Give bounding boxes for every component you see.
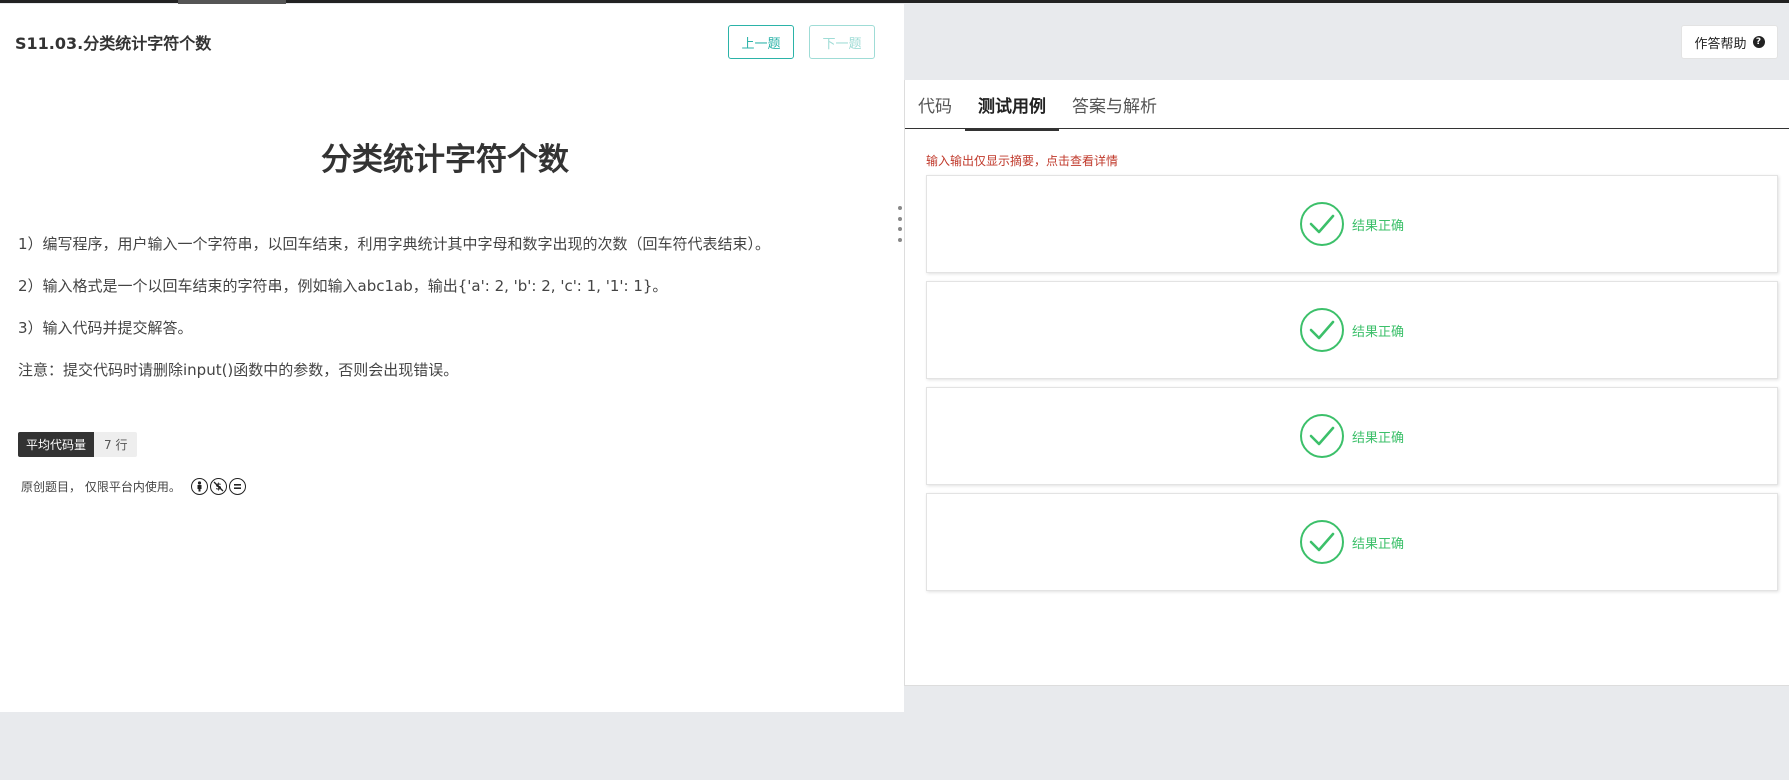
note-line: 注意：提交代码时请删除input()函数中的参数，否则会出现错误。 bbox=[18, 361, 459, 379]
next-problem-button[interactable]: 下一题 bbox=[809, 25, 875, 59]
test-case-card[interactable]: 结果正确 bbox=[926, 493, 1778, 591]
help-label: 作答帮助 bbox=[1694, 36, 1747, 52]
problem-heading: 分类统计字符个数 bbox=[321, 142, 569, 178]
cc-nd-icon bbox=[228, 478, 246, 495]
avg-code-badge: 平均代码量 7 行 bbox=[18, 432, 138, 457]
panel-splitter-handle[interactable] bbox=[897, 206, 902, 242]
splitter-dot bbox=[897, 227, 902, 232]
tab-test-cases[interactable]: 测试用例 bbox=[965, 80, 1059, 131]
check-circle-icon bbox=[1299, 308, 1344, 352]
test-case-card[interactable]: 结果正确 bbox=[926, 281, 1778, 379]
result-text: 结果正确 bbox=[1351, 218, 1404, 234]
cc-nc-icon: $ bbox=[209, 478, 227, 495]
problem-code-title: S11.03.分类统计字符个数 bbox=[15, 34, 212, 53]
splitter-dot bbox=[897, 216, 902, 221]
tab-answer-analysis[interactable]: 答案与解析 bbox=[1059, 80, 1170, 129]
prev-problem-button[interactable]: 上一题 bbox=[728, 25, 794, 59]
description-line: 2）输入格式是一个以回车结束的字符串，例如输入abc1ab，输出{'a': 2,… bbox=[18, 277, 668, 295]
check-circle-icon bbox=[1299, 520, 1344, 564]
result-text: 结果正确 bbox=[1351, 536, 1404, 552]
question-icon: ? bbox=[1752, 36, 1765, 48]
description-line: 1）编写程序，用户输入一个字符串，以回车结束，利用字典统计其中字母和数字出现的次… bbox=[18, 235, 771, 253]
copyright-notice: 原创题目， 仅限平台内使用。 $ bbox=[21, 478, 246, 495]
check-circle-icon bbox=[1299, 414, 1344, 458]
badge-value: 7 行 bbox=[94, 432, 138, 457]
result-text: 结果正确 bbox=[1351, 430, 1404, 446]
test-case-card[interactable]: 结果正确 bbox=[926, 387, 1778, 485]
io-summary-notice[interactable]: 输入输出仅显示摘要，点击查看详情 bbox=[926, 152, 1118, 169]
problem-panel: S11.03.分类统计字符个数 上一题 下一题 分类统计字符个数 1）编写程序，… bbox=[0, 4, 904, 712]
description-line: 3）输入代码并提交解答。 bbox=[18, 319, 193, 337]
workspace-panel: 代码 测试用例 答案与解析 输入输出仅显示摘要，点击查看详情 结果正确 结果正确… bbox=[904, 80, 1789, 686]
copyright-text: 原创题目， 仅限平台内使用。 bbox=[21, 480, 181, 494]
answer-help-button[interactable]: 作答帮助 ? bbox=[1681, 25, 1778, 59]
tab-code[interactable]: 代码 bbox=[905, 80, 965, 129]
splitter-dot bbox=[897, 206, 902, 210]
cc-by-icon bbox=[190, 478, 208, 495]
bottom-bar bbox=[0, 712, 1789, 780]
result-text: 结果正确 bbox=[1351, 324, 1404, 340]
workspace-tabs: 代码 测试用例 答案与解析 bbox=[905, 80, 1789, 131]
splitter-dot bbox=[897, 237, 902, 242]
right-header bbox=[905, 4, 1789, 80]
check-circle-icon bbox=[1299, 202, 1344, 246]
cc-license[interactable]: $ bbox=[190, 478, 246, 495]
test-case-card[interactable]: 结果正确 bbox=[926, 175, 1778, 273]
test-case-list: 结果正确 结果正确 结果正确 结果正确 bbox=[926, 175, 1778, 599]
badge-label: 平均代码量 bbox=[18, 432, 95, 457]
